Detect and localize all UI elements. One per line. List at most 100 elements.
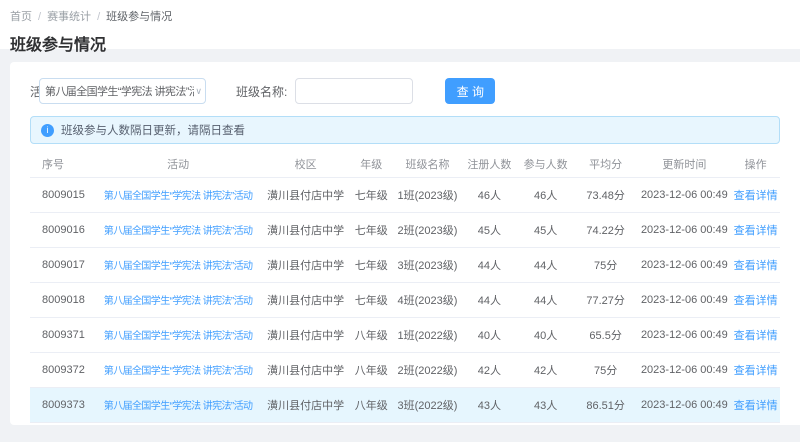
page-title: 班级参与情况 [10, 37, 107, 54]
breadcrumb: 首页 / 赛事统计 / 班级参与情况 [10, 8, 800, 24]
cell-participants: 44人 [517, 282, 574, 318]
cell-participants: 42人 [517, 352, 574, 388]
cell-campus: 潢川县付店中学 [262, 317, 349, 353]
view-details-link[interactable]: 查看详情 [734, 365, 778, 377]
filter-bar: 活动: 第八届全国学生“学宪法 讲宪法”活动 ∨ 班级名称: 查 询 [30, 78, 780, 104]
activity-select-value: 第八届全国学生“学宪法 讲宪法”活动 [45, 86, 195, 98]
column-header-campus: 校区 [262, 152, 349, 178]
cell-grade: 八年级 [348, 387, 394, 423]
table-row: 8009371 第八届全国学生“学宪法 讲宪法”活动 潢川县付店中学 八年级 1… [30, 317, 780, 353]
cell-updated-at: 2023-12-06 00:49 [637, 387, 732, 423]
cell-participants: 44人 [517, 247, 574, 283]
info-circle-icon: i [41, 123, 54, 137]
cell-avg-score: 73.48分 [573, 177, 638, 213]
cell-campus: 潢川县付店中学 [262, 352, 349, 388]
cell-id: 8009017 [30, 247, 94, 283]
column-header-activity: 活动 [93, 152, 263, 178]
activity-link[interactable]: 第八届全国学生“学宪法 讲宪法”活动 [104, 366, 253, 377]
view-details-link[interactable]: 查看详情 [734, 225, 778, 237]
search-button[interactable]: 查 询 [445, 78, 496, 104]
activity-select[interactable]: 第八届全国学生“学宪法 讲宪法”活动 ∨ [39, 78, 206, 104]
cell-class-name: 1班(2022级) [393, 317, 462, 353]
cell-avg-score: 74.22分 [573, 212, 638, 248]
table-row: 8009017 第八届全国学生“学宪法 讲宪法”活动 潢川县付店中学 七年级 3… [30, 247, 780, 283]
cell-id: 8009015 [30, 177, 94, 213]
column-header-participants: 参与人数 [517, 152, 574, 178]
activity-link[interactable]: 第八届全国学生“学宪法 讲宪法”活动 [104, 401, 253, 412]
cell-grade: 八年级 [348, 352, 394, 388]
breadcrumb-home[interactable]: 首页 [10, 11, 32, 23]
class-name-label: 班级名称: [236, 84, 288, 99]
column-header-registered: 注册人数 [461, 152, 518, 178]
cell-actions: 查看详情 [731, 352, 780, 388]
cell-grade: 七年级 [348, 247, 394, 283]
activity-filter-label: 活动: [30, 84, 39, 99]
column-header-avg-score: 平均分 [573, 152, 638, 178]
cell-activity: 第八届全国学生“学宪法 讲宪法”活动 [93, 317, 263, 353]
cell-registered: 46人 [461, 177, 518, 213]
cell-class-name: 2班(2023级) [393, 212, 462, 248]
cell-avg-score: 77.27分 [573, 282, 638, 318]
cell-updated-at: 2023-12-06 00:49 [637, 317, 732, 353]
cell-class-name: 3班(2023级) [393, 247, 462, 283]
cell-class-name: 2班(2022级) [393, 352, 462, 388]
cell-campus: 潢川县付店中学 [262, 212, 349, 248]
cell-campus: 潢川县付店中学 [262, 247, 349, 283]
cell-updated-at: 2023-12-06 00:49 [637, 177, 732, 213]
activity-link[interactable]: 第八届全国学生“学宪法 讲宪法”活动 [104, 226, 253, 237]
column-header-updated-at: 更新时间 [637, 152, 732, 178]
cell-activity: 第八届全国学生“学宪法 讲宪法”活动 [93, 387, 263, 423]
info-alert: i 班级参与人数隔日更新，请隔日查看 [30, 116, 780, 144]
view-details-link[interactable]: 查看详情 [734, 295, 778, 307]
column-header-class-name: 班级名称 [393, 152, 462, 178]
cell-class-name: 1班(2023级) [393, 177, 462, 213]
cell-grade: 七年级 [348, 282, 394, 318]
column-header-id: 序号 [30, 152, 94, 178]
cell-actions: 查看详情 [731, 247, 780, 283]
view-details-link[interactable]: 查看详情 [734, 190, 778, 202]
cell-participants: 46人 [517, 177, 574, 213]
cell-participants: 45人 [517, 212, 574, 248]
table-row: 8009015 第八届全国学生“学宪法 讲宪法”活动 潢川县付店中学 七年级 1… [30, 177, 780, 213]
cell-registered: 44人 [461, 247, 518, 283]
table-row: 8009016 第八届全国学生“学宪法 讲宪法”活动 潢川县付店中学 七年级 2… [30, 212, 780, 248]
cell-class-name: 3班(2022级) [393, 387, 462, 423]
cell-campus: 潢川县付店中学 [262, 282, 349, 318]
breadcrumb-separator: / [38, 11, 42, 23]
cell-id: 8009373 [30, 387, 94, 423]
breadcrumb-separator: / [97, 11, 101, 23]
table-row: 8009373 第八届全国学生“学宪法 讲宪法”活动 潢川县付店中学 八年级 3… [30, 387, 780, 423]
column-header-actions: 操作 [731, 152, 780, 178]
cell-updated-at: 2023-12-06 00:49 [637, 352, 732, 388]
cell-grade: 七年级 [348, 212, 394, 248]
cell-avg-score: 75分 [573, 352, 638, 388]
class-name-input[interactable] [295, 78, 414, 104]
info-alert-text: 班级参与人数隔日更新，请隔日查看 [61, 125, 245, 137]
activity-link[interactable]: 第八届全国学生“学宪法 讲宪法”活动 [104, 191, 253, 202]
cell-activity: 第八届全国学生“学宪法 讲宪法”活动 [93, 177, 263, 213]
view-details-link[interactable]: 查看详情 [734, 260, 778, 272]
column-header-grade: 年级 [348, 152, 394, 178]
activity-link[interactable]: 第八届全国学生“学宪法 讲宪法”活动 [104, 296, 253, 307]
cell-actions: 查看详情 [731, 387, 780, 423]
view-details-link[interactable]: 查看详情 [734, 330, 778, 342]
page-header: 首页 / 赛事统计 / 班级参与情况 班级参与情况 [0, 0, 800, 54]
cell-participants: 40人 [517, 317, 574, 353]
cell-id: 8009018 [30, 282, 94, 318]
breadcrumb-stats[interactable]: 赛事统计 [47, 11, 91, 23]
cell-activity: 第八届全国学生“学宪法 讲宪法”活动 [93, 352, 263, 388]
cell-actions: 查看详情 [731, 282, 780, 318]
cell-avg-score: 75分 [573, 247, 638, 283]
cell-activity: 第八届全国学生“学宪法 讲宪法”活动 [93, 247, 263, 283]
cell-registered: 42人 [461, 352, 518, 388]
view-details-link[interactable]: 查看详情 [734, 400, 778, 412]
cell-campus: 潢川县付店中学 [262, 387, 349, 423]
cell-actions: 查看详情 [731, 317, 780, 353]
chevron-down-icon: ∨ [195, 85, 202, 96]
activity-link[interactable]: 第八届全国学生“学宪法 讲宪法”活动 [104, 261, 253, 272]
breadcrumb-current: 班级参与情况 [106, 11, 173, 23]
cell-registered: 40人 [461, 317, 518, 353]
activity-link[interactable]: 第八届全国学生“学宪法 讲宪法”活动 [104, 331, 253, 342]
cell-updated-at: 2023-12-06 00:49 [637, 247, 732, 283]
table-row: 8009372 第八届全国学生“学宪法 讲宪法”活动 潢川县付店中学 八年级 2… [30, 352, 780, 388]
